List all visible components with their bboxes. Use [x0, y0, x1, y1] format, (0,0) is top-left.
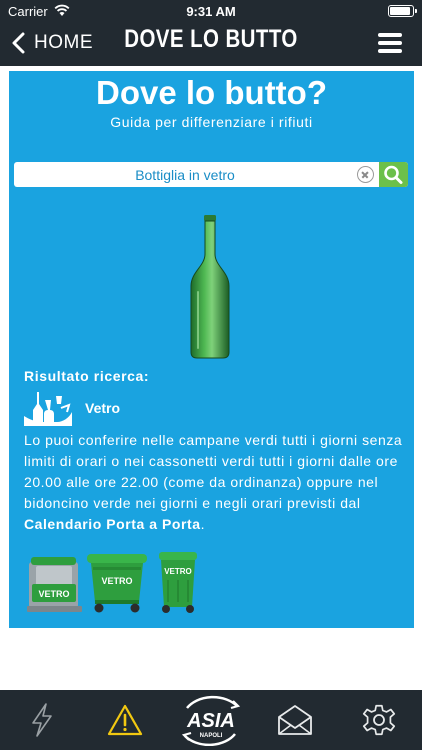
bin-label: VETRO [164, 567, 192, 576]
calendar-link[interactable]: Calendario Porta a Porta [24, 516, 201, 532]
page-subtitle: Guida per differenziare i rifiuti [110, 114, 313, 130]
tab-warning[interactable] [92, 690, 158, 750]
logo-text: ASIA [186, 710, 235, 732]
wheeled-dumpster-icon: VETRO [87, 554, 147, 613]
tab-settings[interactable] [346, 690, 412, 750]
search-bar [14, 162, 408, 187]
status-bar: Carrier 9:31 AM [0, 0, 422, 22]
lightning-icon [32, 703, 52, 737]
clock: 9:31 AM [186, 4, 236, 19]
search-input[interactable] [14, 162, 356, 187]
content-panel: Dove lo butto? Guida per differenziare i… [9, 71, 414, 628]
description-text: Lo puoi conferire nelle campane verdi tu… [24, 432, 403, 511]
page-title: Dove lo butto? [96, 74, 327, 111]
bin-label: VETRO [38, 589, 69, 599]
tab-home-logo[interactable]: ASIA NAPOLI [168, 690, 254, 750]
search-icon [384, 165, 403, 184]
mail-icon [278, 705, 312, 735]
clear-search-icon[interactable] [357, 166, 374, 183]
tab-lightning[interactable] [10, 690, 74, 750]
warning-icon [107, 704, 143, 736]
result-heading: Risultato ricerca: [24, 368, 150, 384]
tab-bar: ASIA NAPOLI [0, 690, 422, 750]
nav-title: DOVE LO BUTTO [124, 25, 298, 53]
logo-subtext: NAPOLI [200, 733, 223, 739]
glass-bottle-image [190, 215, 230, 359]
glass-recycling-icon [24, 392, 72, 426]
gear-icon [362, 704, 396, 736]
result-description: Lo puoi conferire nelle campane verdi tu… [24, 430, 409, 535]
tab-mail[interactable] [262, 690, 328, 750]
asia-logo: ASIA NAPOLI [181, 695, 241, 746]
chevron-left-icon [12, 32, 25, 54]
description-end: . [200, 516, 206, 532]
bin-label: VETRO [101, 576, 132, 586]
search-button[interactable] [379, 162, 408, 187]
hamburger-menu-icon[interactable] [378, 33, 402, 53]
small-bin-icon: VETRO [159, 552, 197, 613]
top-bar: Carrier 9:31 AM HOME DOVE LO BUTTO [0, 0, 422, 66]
battery-icon [388, 5, 417, 17]
category-label: Vetro [85, 400, 121, 416]
bell-container-icon: VETRO [27, 557, 82, 612]
